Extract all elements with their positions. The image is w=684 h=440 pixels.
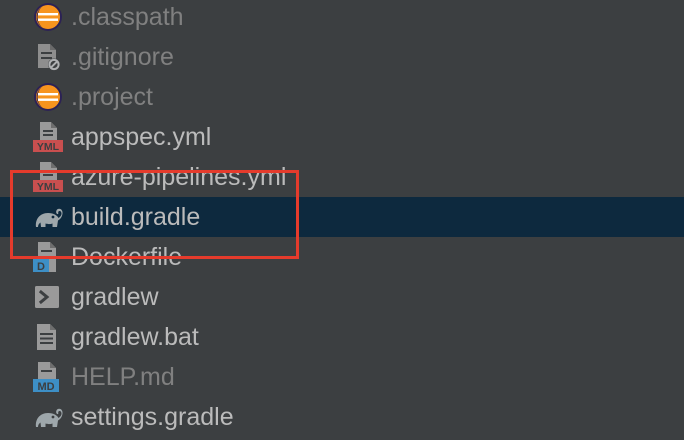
tree-item-label: Dockerfile xyxy=(71,243,183,271)
svg-text:YML: YML xyxy=(37,141,60,152)
tree-item-label: build.gradle xyxy=(71,203,201,231)
tree-item-help-md[interactable]: MD HELP.md xyxy=(0,357,684,397)
eclipse-icon xyxy=(33,82,63,112)
gradle-elephant-icon xyxy=(33,402,63,432)
tree-item-project[interactable]: .project xyxy=(0,77,684,117)
yml-file-icon: YML xyxy=(33,162,63,192)
tree-item-label: .classpath xyxy=(71,3,184,31)
markdown-file-icon: MD xyxy=(33,362,63,392)
svg-text:D: D xyxy=(37,261,45,272)
tree-item-label: settings.gradle xyxy=(71,403,234,431)
tree-item-label: gradlew xyxy=(71,283,159,311)
tree-item-gradlew[interactable]: gradlew xyxy=(0,277,684,317)
shell-script-icon xyxy=(33,282,63,312)
svg-text:YML: YML xyxy=(37,181,60,192)
ignored-file-icon xyxy=(33,42,63,72)
gradle-elephant-icon xyxy=(33,202,63,232)
svg-text:MD: MD xyxy=(37,381,54,392)
tree-item-azure-pipelines-yml[interactable]: YML azure-pipelines.yml xyxy=(0,157,684,197)
tree-item-build-gradle[interactable]: build.gradle xyxy=(0,197,684,237)
yml-file-icon: YML xyxy=(33,122,63,152)
tree-item-label: HELP.md xyxy=(71,363,175,391)
tree-item-label: .gitignore xyxy=(71,43,174,71)
tree-item-appspec-yml[interactable]: YML appspec.yml xyxy=(0,117,684,157)
project-file-tree: .classpath .gitignore .project YML appsp… xyxy=(0,0,684,437)
docker-file-icon: D xyxy=(33,242,63,272)
tree-item-dockerfile[interactable]: D Dockerfile xyxy=(0,237,684,277)
tree-item-label: gradlew.bat xyxy=(71,323,199,351)
tree-item-settings-gradle[interactable]: settings.gradle xyxy=(0,397,684,437)
tree-item-gradlew-bat[interactable]: gradlew.bat xyxy=(0,317,684,357)
tree-item-label: .project xyxy=(71,83,153,111)
text-file-icon xyxy=(33,322,63,352)
tree-item-gitignore[interactable]: .gitignore xyxy=(0,37,684,77)
tree-item-label: azure-pipelines.yml xyxy=(71,163,287,191)
tree-item-classpath[interactable]: .classpath xyxy=(0,0,684,37)
eclipse-icon xyxy=(33,2,63,32)
tree-item-label: appspec.yml xyxy=(71,123,212,151)
